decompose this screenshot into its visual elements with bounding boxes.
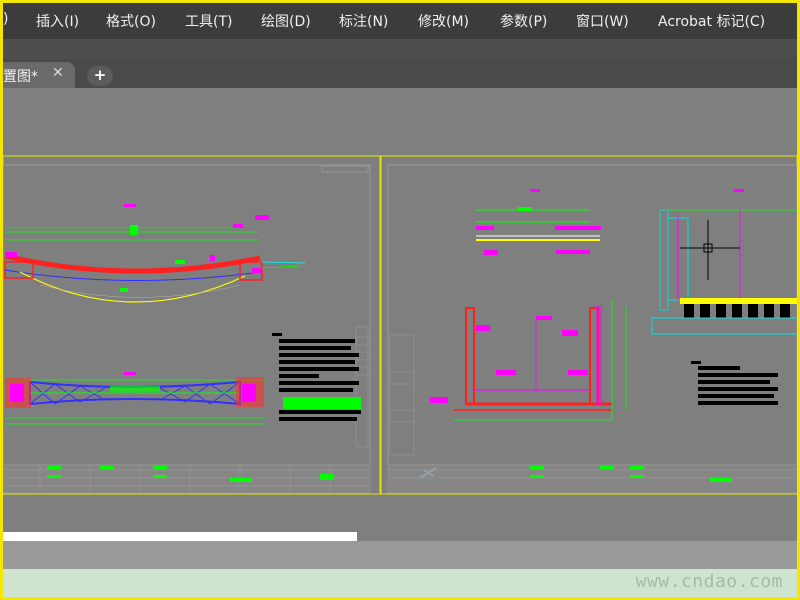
menu-item-dimension[interactable]: 标注(N) <box>339 11 388 31</box>
menu-item-draw[interactable]: 绘图(D) <box>261 11 311 31</box>
menu-item-acrobat-markup[interactable]: Acrobat 标记(C) <box>658 11 765 31</box>
drawing-canvas[interactable] <box>2 88 798 543</box>
tab-layout-drawing[interactable]: 置图* ✕ <box>3 62 75 88</box>
close-icon[interactable]: ✕ <box>52 65 64 81</box>
tab-label: 置图* <box>3 69 38 85</box>
layout-viewport-left[interactable] <box>2 155 381 495</box>
document-tab-strip: 置图* ✕ + <box>3 58 797 88</box>
menu-bar: ) 插入(I) 格式(O) 工具(T) 绘图(D) 标注(N) 修改(M) 参数… <box>3 3 797 39</box>
menu-item-window[interactable]: 窗口(W) <box>576 11 629 31</box>
status-bar: www.cndao.com <box>3 569 797 597</box>
channel-section <box>430 300 627 421</box>
cad-drawing <box>2 155 798 495</box>
railing-detail <box>651 189 797 335</box>
plus-icon: + <box>93 66 107 84</box>
bridge-elevation <box>4 204 306 303</box>
new-tab-button[interactable]: + <box>87 66 113 86</box>
paper-edge <box>3 532 357 541</box>
menu-item-parametric[interactable]: 参数(P) <box>500 11 547 31</box>
ribbon-strip <box>3 39 797 58</box>
section-detail-top <box>476 189 601 255</box>
notes-block-left <box>272 333 361 421</box>
menu-item-tools[interactable]: 工具(T) <box>185 11 232 31</box>
notes-block-right <box>691 361 778 405</box>
command-area[interactable] <box>3 541 797 569</box>
menu-item-insert[interactable]: 插入(I) <box>36 11 79 31</box>
menu-item-modify[interactable]: 修改(M) <box>418 11 469 31</box>
menu-item-previous[interactable]: ) <box>3 11 8 27</box>
menu-item-format[interactable]: 格式(O) <box>106 11 156 31</box>
bridge-plan <box>5 372 265 425</box>
watermark-text: www.cndao.com <box>635 571 783 592</box>
